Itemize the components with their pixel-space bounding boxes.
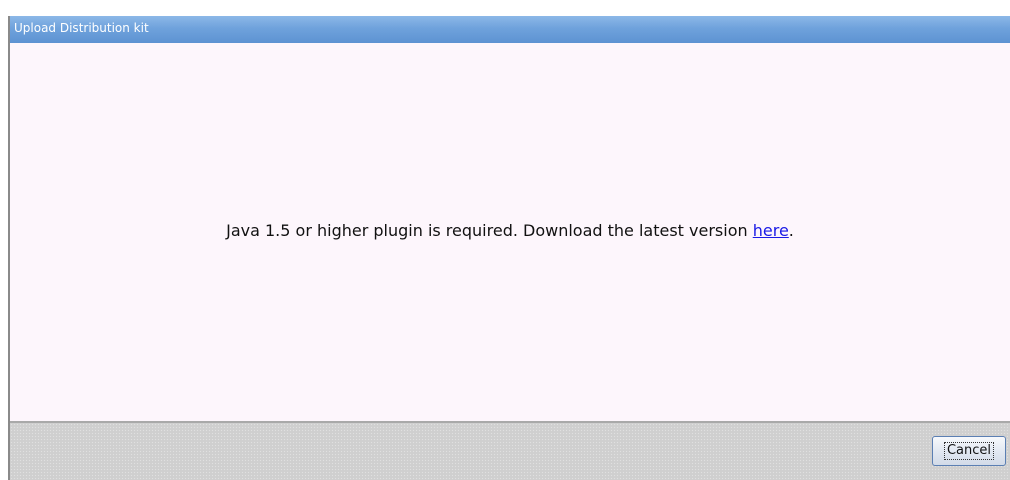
dialog-title-bar[interactable]: Upload Distribution kit xyxy=(10,16,1010,43)
cancel-button[interactable]: Cancel xyxy=(932,436,1006,466)
dialog-footer: Cancel xyxy=(10,421,1010,480)
dialog-content: Java 1.5 or higher plugin is required. D… xyxy=(10,43,1010,421)
dialog-title: Upload Distribution kit xyxy=(14,21,149,35)
upload-dialog: Upload Distribution kit Java 1.5 or high… xyxy=(8,16,1010,480)
message-text: Java 1.5 or higher plugin is required. D… xyxy=(226,221,753,240)
cancel-button-label: Cancel xyxy=(943,442,995,460)
download-here-link[interactable]: here xyxy=(753,221,789,240)
message-suffix: . xyxy=(788,221,794,240)
java-required-message: Java 1.5 or higher plugin is required. D… xyxy=(10,221,1010,240)
